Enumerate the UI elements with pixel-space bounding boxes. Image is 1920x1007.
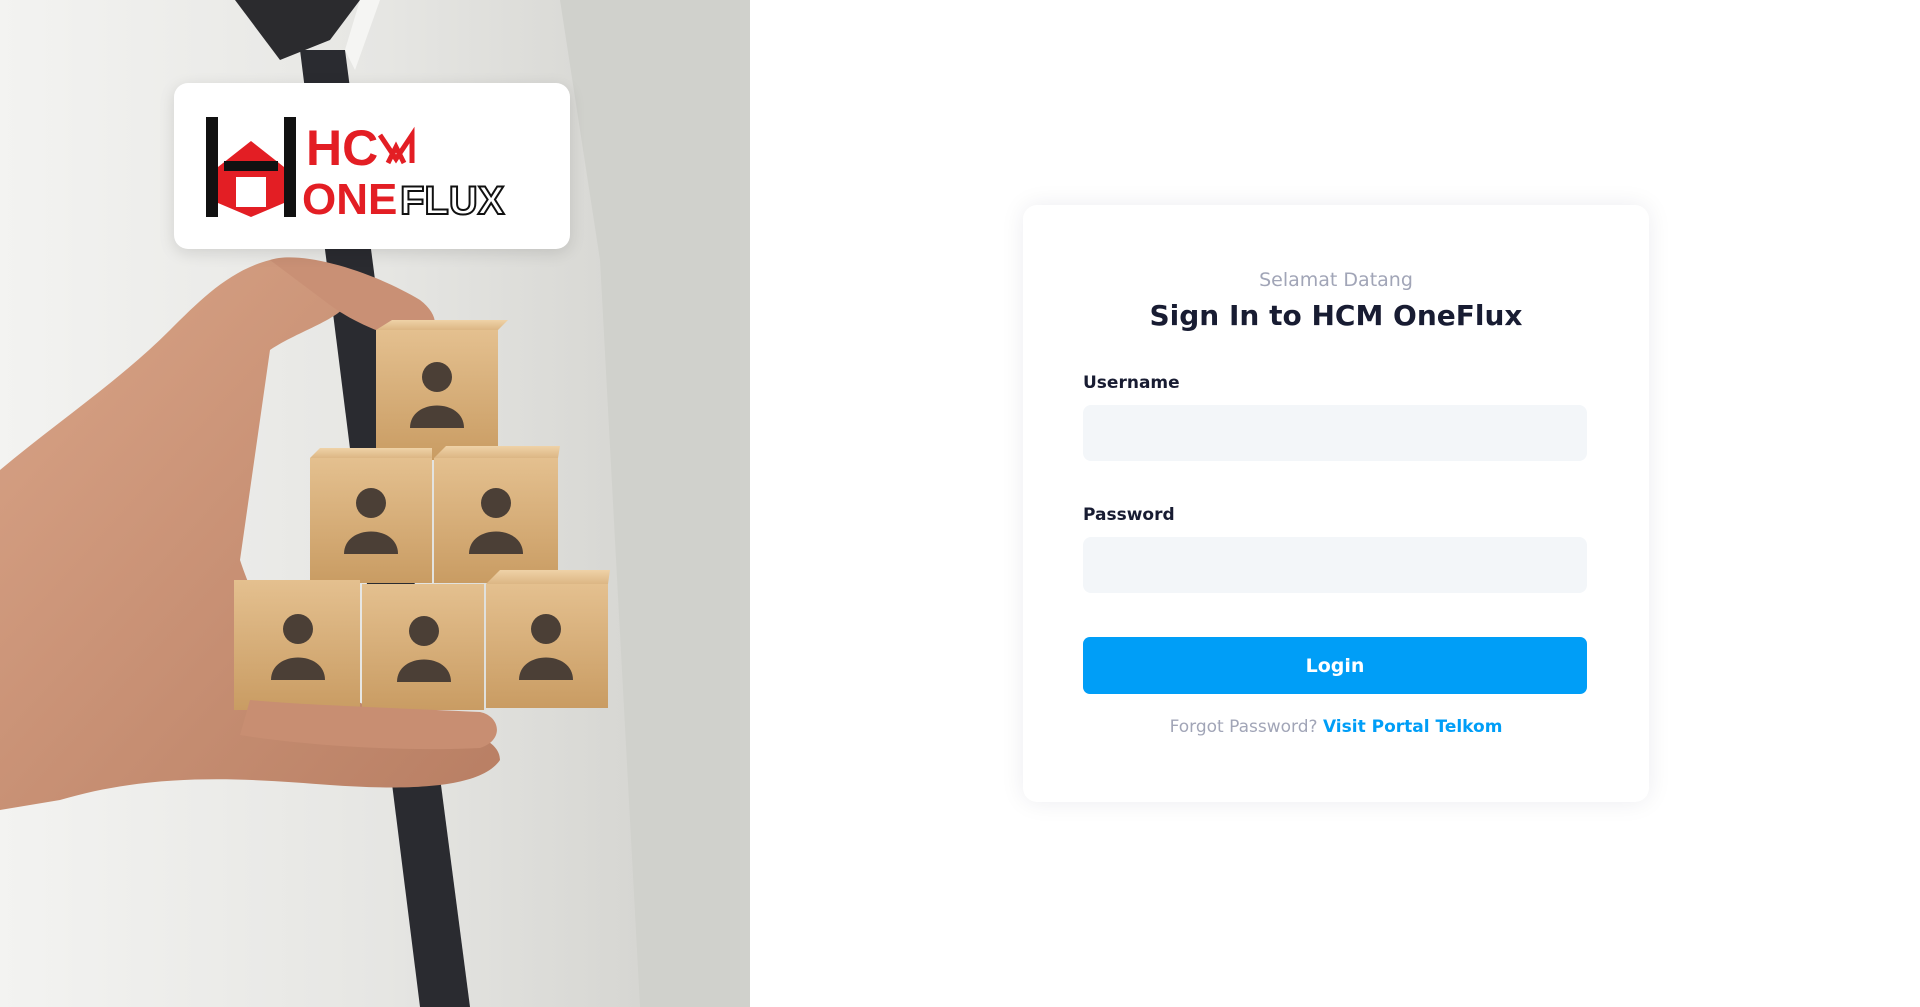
svg-text:ONE: ONE: [302, 175, 397, 224]
login-button[interactable]: Login: [1083, 637, 1587, 694]
forgot-password-text: Forgot Password?: [1169, 717, 1318, 737]
logo-card: HC ONE FLUX: [174, 83, 570, 249]
password-label: Password: [1083, 505, 1175, 525]
hcm-oneflux-logo: HC ONE FLUX: [206, 117, 506, 224]
page-title: Sign In to HCM OneFlux: [1149, 299, 1523, 332]
welcome-text: Selamat Datang: [1259, 269, 1413, 291]
username-label: Username: [1083, 373, 1180, 393]
forgot-password-row: Forgot Password? Visit Portal Telkom: [1023, 717, 1649, 737]
svg-text:HC: HC: [306, 120, 378, 176]
password-input[interactable]: [1083, 537, 1587, 593]
svg-text:FLUX: FLUX: [400, 179, 505, 223]
hero-image: HC ONE FLUX: [0, 0, 750, 1007]
portal-telkom-link[interactable]: Visit Portal Telkom: [1323, 717, 1502, 737]
login-panel: Selamat Datang Sign In to HCM OneFlux Us…: [750, 0, 1920, 1007]
login-card: Selamat Datang Sign In to HCM OneFlux Us…: [1023, 205, 1649, 802]
username-input[interactable]: [1083, 405, 1587, 461]
